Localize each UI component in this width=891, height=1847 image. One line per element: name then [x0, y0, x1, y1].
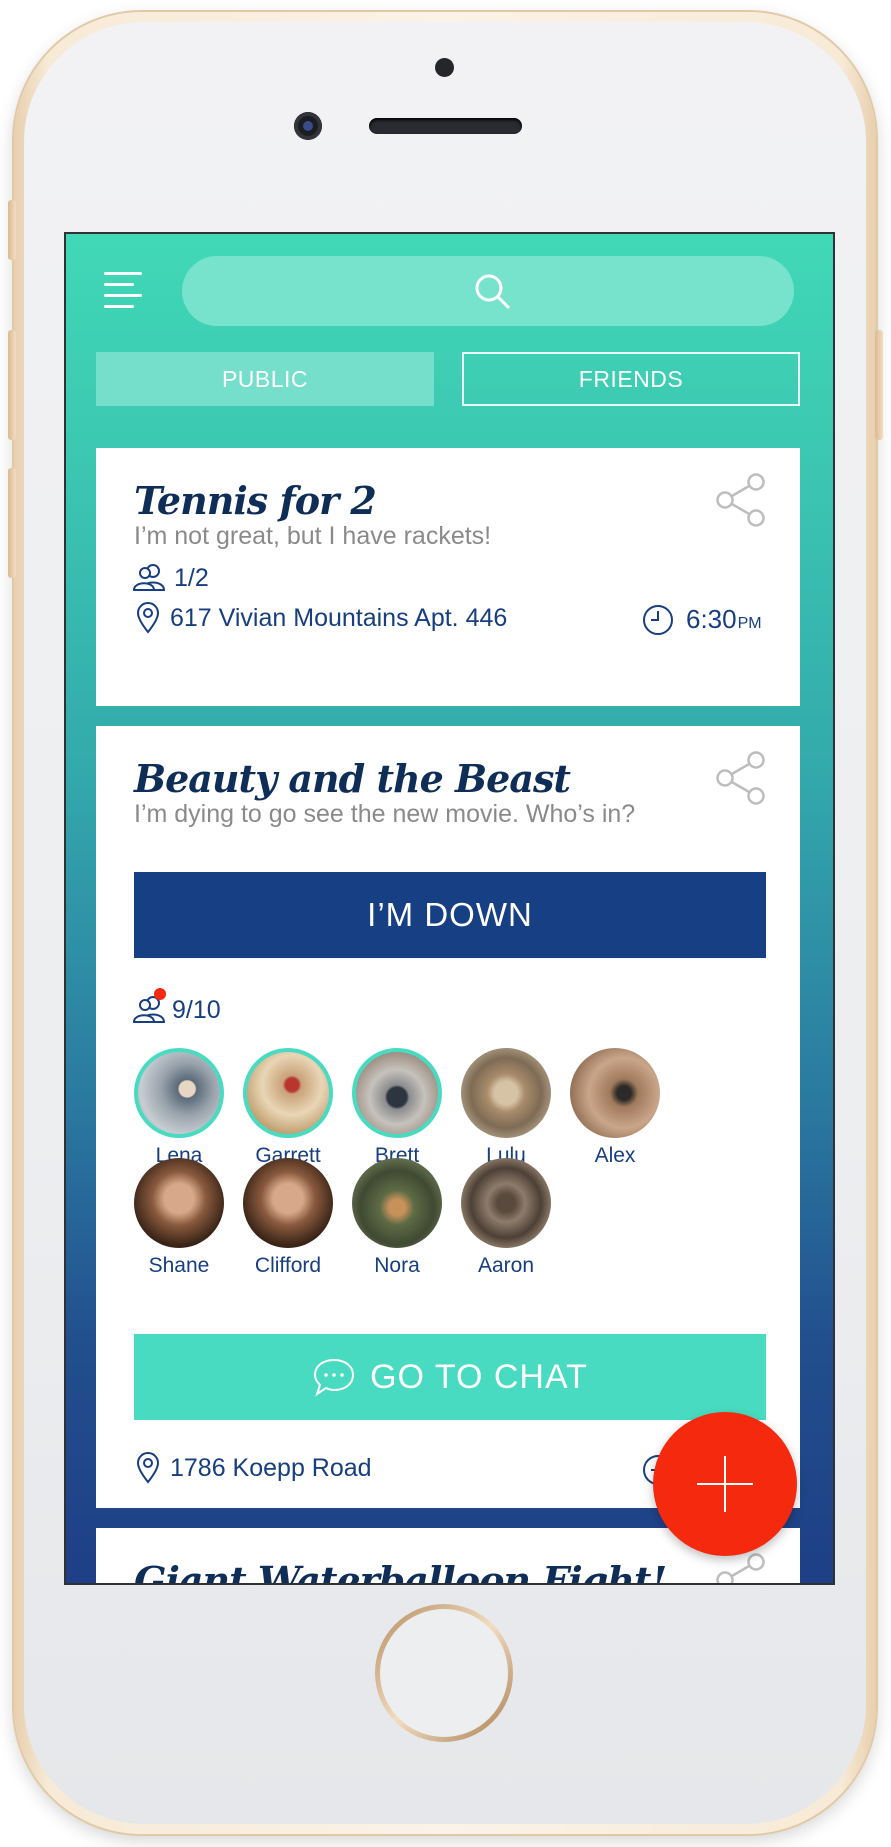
people-icon — [132, 564, 166, 591]
avatar — [352, 1048, 442, 1138]
attendee-name: Alex — [594, 1144, 636, 1167]
attendee-garrett[interactable]: Garrett — [233, 1048, 343, 1168]
share-icon[interactable] — [714, 750, 768, 806]
tab-friends[interactable]: FRIENDS — [462, 352, 800, 406]
attendee-lulu[interactable]: Lulu — [451, 1048, 561, 1168]
im-down-button[interactable]: I’M DOWN — [134, 872, 766, 958]
attendee-brett[interactable]: Brett — [342, 1048, 452, 1168]
location-pin-icon — [136, 602, 160, 634]
attendee-count: 1/2 — [174, 564, 209, 592]
go-to-chat-label: GO TO CHAT — [370, 1357, 588, 1396]
event-card[interactable]: Tennis for 2 I’m not great, but I have r… — [96, 448, 800, 706]
attendee-shane[interactable]: Shane — [124, 1158, 234, 1278]
attendee-clifford[interactable]: Clifford — [233, 1158, 343, 1278]
event-card[interactable]: Beauty and the Beast I’m dying to go see… — [96, 726, 800, 1508]
front-camera — [294, 112, 322, 140]
power-button — [875, 330, 883, 440]
menu-icon[interactable] — [104, 270, 144, 308]
attendee-aaron[interactable]: Aaron — [451, 1158, 561, 1278]
attendee-alex[interactable]: Alex — [560, 1048, 670, 1168]
volume-up-button — [8, 330, 16, 440]
chat-bubble-icon — [314, 1358, 355, 1397]
avatar — [134, 1048, 224, 1138]
attendee-name: Clifford — [254, 1254, 322, 1277]
event-title: Beauty and the Beast — [134, 756, 571, 801]
avatar — [461, 1048, 551, 1138]
event-time: 6:30PM — [686, 604, 762, 635]
notification-dot — [154, 988, 166, 1000]
attendee-name: Nora — [374, 1254, 420, 1277]
tab-public[interactable]: PUBLIC — [96, 352, 434, 406]
event-address: 617 Vivian Mountains Apt. 446 — [170, 604, 508, 632]
go-to-chat-button[interactable]: GO TO CHAT — [134, 1334, 766, 1420]
avatar — [134, 1158, 224, 1248]
event-time-suffix: PM — [737, 615, 762, 632]
event-title: Giant Waterballoon Fight! — [134, 1558, 667, 1585]
attendee-lena[interactable]: Lena — [124, 1048, 234, 1168]
attendee-count: 9/10 — [172, 996, 221, 1024]
earpiece-speaker — [369, 118, 522, 134]
event-description: I’m not great, but I have rackets! — [134, 522, 492, 550]
avatar — [243, 1048, 333, 1138]
event-description: I’m dying to go see the new movie. Who’s… — [134, 800, 636, 828]
avatar — [352, 1158, 442, 1248]
attendee-name: Aaron — [477, 1254, 535, 1277]
avatar — [243, 1158, 333, 1248]
add-event-button[interactable] — [653, 1412, 797, 1556]
volume-down-button — [8, 468, 16, 578]
search-input[interactable] — [182, 256, 794, 326]
avatar — [461, 1158, 551, 1248]
attendee-nora[interactable]: Nora — [342, 1158, 452, 1278]
share-icon[interactable] — [714, 1552, 768, 1585]
event-time-value: 6:30 — [686, 604, 737, 634]
location-pin-icon — [136, 1452, 160, 1484]
avatar — [570, 1048, 660, 1138]
proximity-sensor — [435, 58, 454, 77]
home-button[interactable] — [375, 1604, 513, 1742]
clock-icon — [643, 605, 673, 635]
search-icon — [475, 274, 510, 309]
share-icon[interactable] — [714, 472, 768, 528]
event-title: Tennis for 2 — [134, 478, 377, 523]
event-address: 1786 Koepp Road — [170, 1454, 372, 1482]
attendee-name: Shane — [148, 1254, 210, 1277]
app-screen: PUBLIC FRIENDS Tennis for 2 I’m not grea… — [64, 232, 835, 1585]
silent-switch — [8, 200, 16, 260]
